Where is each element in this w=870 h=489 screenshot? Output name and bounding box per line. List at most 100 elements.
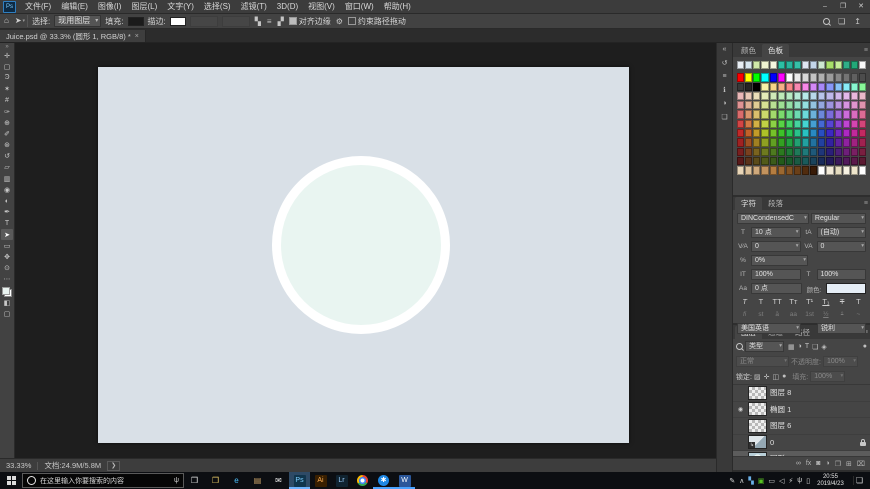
color-swatch[interactable] (778, 157, 785, 165)
color-swatch[interactable] (770, 120, 777, 128)
edge-icon[interactable]: e (226, 472, 247, 489)
color-swatch[interactable] (786, 110, 793, 118)
color-swatch[interactable] (826, 148, 833, 156)
font-style-field[interactable]: Regular (811, 213, 866, 224)
tray-tablet-icon[interactable]: ▯ (806, 477, 810, 485)
color-swatch[interactable] (810, 129, 817, 137)
color-swatch[interactable] (794, 73, 801, 81)
gear-icon[interactable]: ⚙ (335, 17, 344, 26)
color-swatch[interactable] (761, 157, 768, 165)
mail-icon[interactable]: ✉ (268, 472, 289, 489)
layer-name[interactable]: 图层 8 (770, 387, 791, 398)
color-swatch[interactable] (810, 61, 817, 69)
link-layers-icon[interactable]: ∞ (796, 460, 801, 467)
hand-tool[interactable]: ✥ (1, 251, 13, 262)
color-swatch[interactable] (794, 120, 801, 128)
color-swatch[interactable] (810, 120, 817, 128)
color-swatch[interactable] (843, 120, 850, 128)
color-swatch[interactable] (745, 110, 752, 118)
color-swatch[interactable] (753, 157, 760, 165)
color-swatch[interactable] (770, 148, 777, 156)
eyedropper-tool[interactable]: ✑ (1, 106, 13, 117)
color-swatch[interactable] (745, 92, 752, 100)
color-swatch[interactable] (859, 138, 866, 146)
layer-filter-icon[interactable]: ▦ (788, 343, 795, 351)
menu-item[interactable]: 选择(S) (199, 0, 236, 13)
color-swatch[interactable] (794, 110, 801, 118)
layer-thumbnail[interactable] (748, 402, 767, 416)
type-style-button[interactable]: TT (770, 297, 785, 307)
tab-close-icon[interactable]: × (135, 33, 139, 40)
path-alignment-icon[interactable]: ≡ (266, 17, 273, 26)
color-swatch[interactable] (802, 101, 809, 109)
constrain-path-checkbox[interactable]: 约束路径拖动 (348, 16, 406, 27)
foreground-background-colors[interactable] (2, 287, 12, 297)
menu-item[interactable]: 编辑(E) (56, 0, 93, 13)
color-swatch[interactable] (794, 83, 801, 91)
color-swatch[interactable] (770, 129, 777, 137)
color-swatch[interactable] (786, 166, 793, 174)
color-swatch[interactable] (761, 61, 768, 69)
color-swatch[interactable] (778, 73, 785, 81)
color-swatch[interactable] (810, 138, 817, 146)
color-swatch[interactable] (851, 138, 858, 146)
layer-name[interactable]: 椭圆 1 (770, 404, 791, 415)
color-swatch[interactable] (753, 120, 760, 128)
color-swatch[interactable] (802, 73, 809, 81)
type-style-button[interactable]: Tᴛ (786, 297, 801, 307)
color-swatch[interactable] (802, 83, 809, 91)
color-swatch[interactable] (770, 138, 777, 146)
color-swatch[interactable] (859, 101, 866, 109)
foreground-color-swatch[interactable] (2, 287, 10, 295)
word-icon[interactable]: W (394, 472, 415, 489)
menu-item[interactable]: 图像(I) (93, 0, 127, 13)
minimize-button[interactable]: – (816, 0, 834, 13)
color-swatch[interactable] (737, 92, 744, 100)
color-swatch[interactable] (761, 83, 768, 91)
opacity-field[interactable]: 100% (823, 356, 858, 367)
color-swatch[interactable] (745, 120, 752, 128)
color-swatch[interactable] (761, 129, 768, 137)
color-swatch[interactable] (835, 73, 842, 81)
close-button[interactable]: ✕ (852, 0, 870, 13)
color-swatch[interactable] (810, 166, 817, 174)
color-swatch[interactable] (859, 148, 866, 156)
select-mode-dropdown[interactable]: 现用图层 (54, 15, 101, 27)
shape-height-field[interactable] (222, 16, 250, 27)
layer-effects-icon[interactable]: fx (806, 460, 811, 467)
adjustments-panel-icon[interactable]: ◑ (722, 100, 726, 107)
visibility-toggle[interactable]: ◉ (736, 406, 745, 413)
color-swatch[interactable] (826, 73, 833, 81)
path-arrange-icon[interactable]: ▞ (277, 17, 285, 26)
color-swatch[interactable] (810, 92, 817, 100)
color-swatch[interactable] (835, 61, 842, 69)
color-swatch[interactable] (745, 101, 752, 109)
proportional-spacing-field[interactable]: 0% (751, 255, 808, 266)
color-swatch[interactable] (761, 148, 768, 156)
menu-item[interactable]: 窗口(W) (340, 0, 379, 13)
color-swatch[interactable] (843, 101, 850, 109)
color-swatch[interactable] (786, 101, 793, 109)
type-style-button[interactable]: T (737, 297, 752, 307)
tray-wechat-icon[interactable]: ▣ (758, 477, 765, 485)
illustrator-icon[interactable]: Ai (310, 472, 331, 489)
color-swatch[interactable] (851, 92, 858, 100)
color-swatch[interactable] (753, 73, 760, 81)
color-swatch[interactable] (770, 157, 777, 165)
color-swatch[interactable] (818, 110, 825, 118)
clone-stamp-tool[interactable]: ⊛ (1, 140, 13, 151)
layer-thumbnail[interactable]: ↳ (748, 452, 767, 456)
color-swatch[interactable] (851, 61, 858, 69)
stroke-swatch[interactable] (170, 17, 186, 26)
horizontal-scale-field[interactable]: 100% (817, 269, 867, 280)
new-layer-icon[interactable]: ⊞ (846, 460, 852, 468)
eraser-tool[interactable]: ▱ (1, 162, 13, 173)
tray-plug-icon[interactable]: ⚡ (788, 477, 793, 485)
color-swatch[interactable] (737, 73, 744, 81)
color-swatch[interactable] (835, 148, 842, 156)
type-style-button[interactable]: T (835, 297, 850, 307)
color-swatch[interactable] (770, 166, 777, 174)
zoom-tool[interactable]: ⊙ (1, 263, 13, 274)
tray-usb-icon[interactable]: ψ (797, 477, 802, 485)
opentype-button[interactable]: 1st (802, 310, 817, 320)
